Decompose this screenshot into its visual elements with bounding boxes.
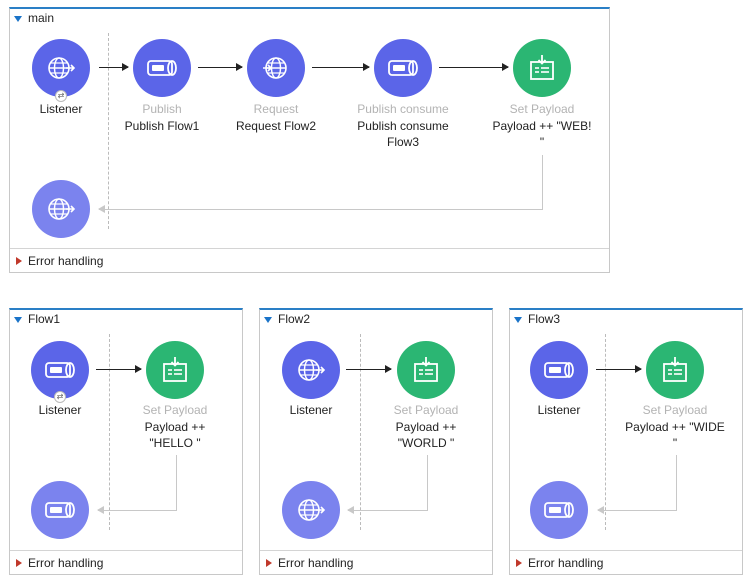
return-line: [676, 455, 677, 510]
error-handling[interactable]: Error handling: [10, 550, 242, 574]
set-payload-value: Payload ++ "WIDE: [625, 420, 725, 434]
expand-triangle-icon[interactable]: [16, 558, 22, 567]
error-handling-label: Error handling: [28, 555, 104, 570]
error-handling[interactable]: Error handling: [10, 248, 609, 272]
connector-icon: [388, 60, 418, 76]
flow-arrow: [596, 365, 642, 373]
connector-icon: [45, 362, 75, 378]
globe-icon: [298, 359, 326, 381]
set-payload-icon: [163, 357, 187, 382]
listener-response-node[interactable]: [530, 481, 588, 539]
error-handling[interactable]: Error handling: [510, 550, 742, 574]
expand-triangle-icon[interactable]: [16, 256, 22, 265]
publish-name: Publish Flow1: [124, 119, 200, 133]
globe-icon: [48, 57, 76, 79]
collapse-triangle-icon[interactable]: [14, 15, 22, 22]
set-payload-type: Set Payload: [142, 403, 208, 417]
collapse-triangle-icon[interactable]: [264, 316, 272, 323]
return-line: [542, 155, 543, 209]
set-payload-value-line2: "HELLO ": [149, 436, 201, 450]
return-arrow: [597, 506, 677, 514]
flow-main: main ⇄ Listener Publish Publish Flow1 Re…: [9, 7, 610, 273]
flow-flow1: Flow1 ⇄ Listener Set Payload Payload ++ …: [9, 308, 243, 575]
set-payload-node[interactable]: [397, 341, 455, 399]
set-payload-value: Payload ++ "WEB!: [492, 119, 592, 133]
return-line: [176, 455, 177, 510]
publish-consume-type: Publish consume: [357, 102, 449, 116]
flow-header[interactable]: main: [10, 9, 54, 27]
flow-title: Flow2: [278, 312, 311, 326]
error-handling[interactable]: Error handling: [260, 550, 492, 574]
flow-title: Flow1: [28, 312, 61, 326]
set-payload-node[interactable]: [646, 341, 704, 399]
flow-arrow: [198, 63, 243, 71]
listener-label: Listener: [38, 403, 82, 417]
listener-label: Listener: [289, 403, 333, 417]
listener-label: Listener: [537, 403, 581, 417]
publish-consume-node[interactable]: [374, 39, 432, 97]
flow-arrow: [312, 63, 370, 71]
set-payload-icon: [663, 357, 687, 382]
request-name: Request Flow2: [235, 119, 317, 133]
listener-node[interactable]: [530, 341, 588, 399]
set-payload-value-line2: "WORLD ": [397, 436, 455, 450]
listener-response-node[interactable]: [31, 481, 89, 539]
flow-title: Flow3: [528, 312, 561, 326]
return-arrow: [347, 506, 428, 514]
set-payload-type: Set Payload: [393, 403, 459, 417]
source-divider: [360, 334, 361, 530]
expand-triangle-icon[interactable]: [516, 558, 522, 567]
flow-header[interactable]: Flow1: [10, 310, 60, 328]
set-payload-value: Payload ++: [144, 420, 206, 434]
return-arrow: [98, 205, 543, 213]
flow-arrow: [96, 365, 142, 373]
publish-type: Publish: [142, 102, 182, 116]
set-payload-type: Set Payload: [642, 403, 708, 417]
listener-response-node[interactable]: [282, 481, 340, 539]
set-payload-type: Set Payload: [509, 102, 575, 116]
listener-node[interactable]: [282, 341, 340, 399]
flow-title: main: [28, 11, 55, 25]
flow-arrow: [439, 63, 509, 71]
globe-icon: [263, 57, 287, 79]
globe-icon: [48, 198, 76, 220]
globe-icon: [298, 499, 326, 521]
connector-icon: [544, 502, 574, 518]
flow-header[interactable]: Flow2: [260, 310, 310, 328]
return-line: [427, 455, 428, 510]
listener-node[interactable]: [32, 39, 90, 97]
collapse-triangle-icon[interactable]: [14, 316, 22, 323]
set-payload-icon: [414, 357, 438, 382]
set-payload-node[interactable]: [146, 341, 204, 399]
flow-flow3: Flow3 Listener Set Payload Payload ++ "W…: [509, 308, 743, 575]
publish-node[interactable]: [133, 39, 191, 97]
collapse-triangle-icon[interactable]: [514, 316, 522, 323]
publish-consume-name-line2: Flow3: [386, 135, 419, 149]
flow-arrow: [346, 365, 392, 373]
set-payload-icon: [530, 55, 554, 80]
source-divider: [605, 334, 606, 530]
flow-flow2: Flow2 Listener Set Payload Payload ++ "W…: [259, 308, 493, 575]
expand-triangle-icon[interactable]: [266, 558, 272, 567]
request-type: Request: [253, 102, 299, 116]
error-handling-label: Error handling: [278, 555, 354, 570]
connector-icon: [45, 502, 75, 518]
connector-icon: [147, 60, 177, 76]
publish-consume-name: Publish consume: [357, 119, 449, 133]
set-payload-value: Payload ++: [395, 420, 457, 434]
return-arrow: [97, 506, 177, 514]
listener-label: Listener: [39, 102, 83, 116]
error-handling-label: Error handling: [528, 555, 604, 570]
set-payload-value-line2: ": [539, 135, 545, 149]
source-divider: [109, 334, 110, 530]
source-divider: [108, 33, 109, 229]
request-node[interactable]: [247, 39, 305, 97]
flow-header[interactable]: Flow3: [510, 310, 560, 328]
flow-arrow: [99, 63, 129, 71]
error-handling-label: Error handling: [28, 253, 104, 268]
listener-response-node[interactable]: [32, 180, 90, 238]
set-payload-node[interactable]: [513, 39, 571, 97]
connector-icon: [544, 362, 574, 378]
set-payload-value-line2: ": [672, 436, 678, 450]
